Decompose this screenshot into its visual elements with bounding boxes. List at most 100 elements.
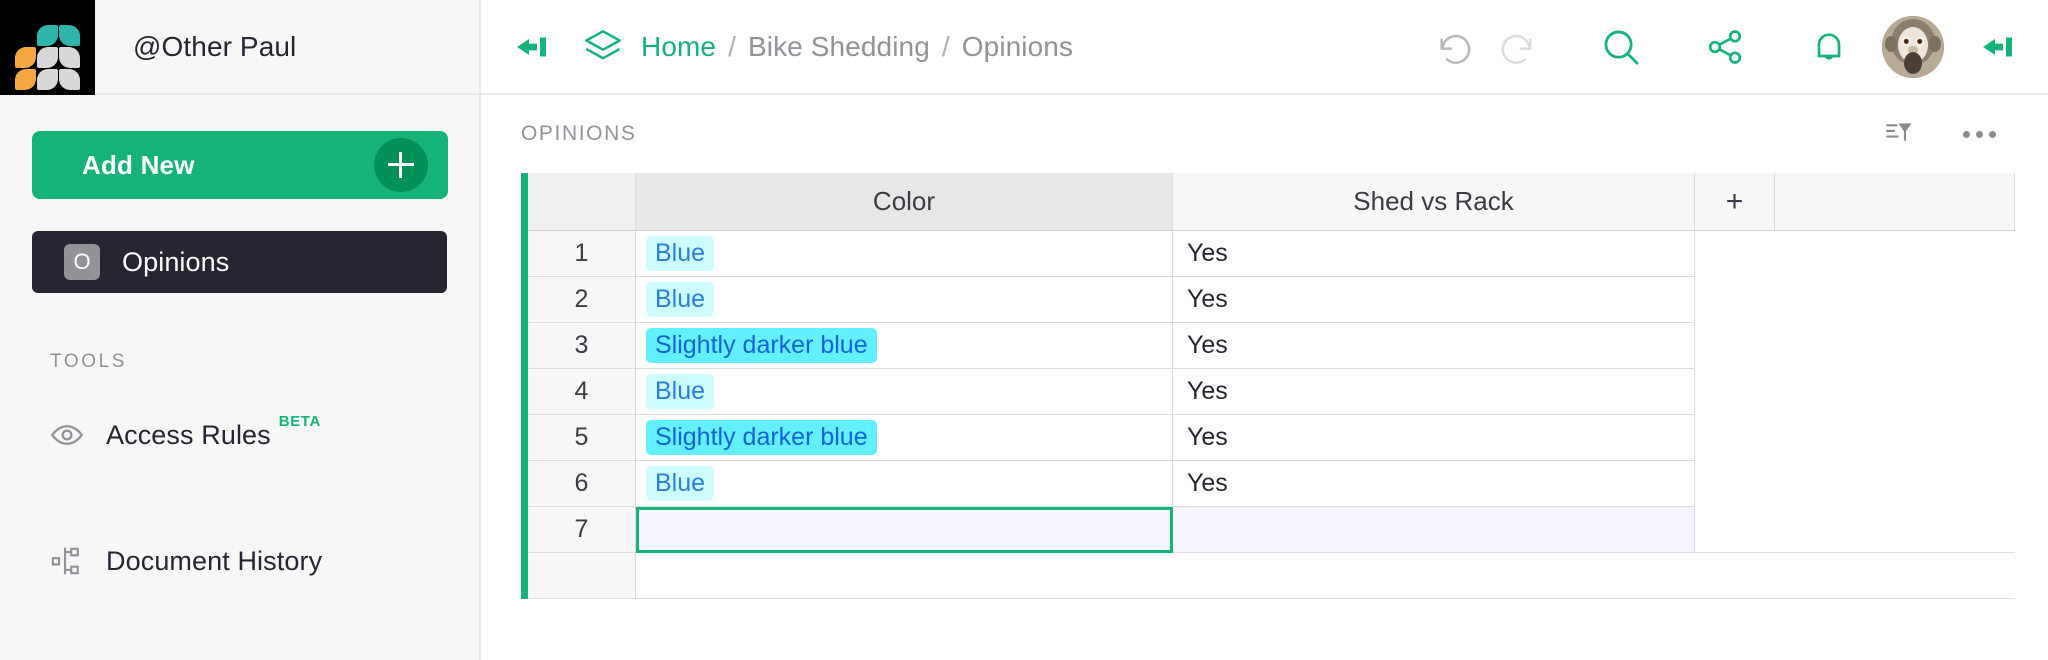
add-new-button[interactable]: Add New [32, 131, 448, 199]
cell-shed-vs-rack[interactable]: Yes [1173, 461, 1695, 507]
row-number[interactable]: 7 [528, 507, 636, 553]
grid-scroll-area[interactable]: Color Shed vs Rack + 1 Blue Yes 2 Blue Y… [481, 173, 2048, 660]
breadcrumb-page[interactable]: Opinions [962, 31, 1073, 63]
tools-heading: TOOLS [50, 351, 128, 372]
cell-color[interactable]: Blue [636, 231, 1173, 277]
breadcrumb-separator: / [941, 30, 950, 62]
table-row-new[interactable]: 7 [528, 507, 2015, 553]
tool-item-access-rules[interactable]: Access Rules BETA [32, 409, 447, 461]
grist-logo[interactable] [0, 0, 95, 95]
breadcrumb-home[interactable]: Home [641, 31, 716, 63]
cell-color[interactable]: Slightly darker blue [636, 415, 1173, 461]
breadcrumb-document[interactable]: Bike Shedding [748, 31, 930, 63]
sidebar-body: Add New O Opinions TOOLS Access Rules BE… [0, 95, 479, 660]
sidebar-header: @Other Paul [0, 0, 479, 95]
table-row[interactable]: 6 Blue Yes [528, 461, 2015, 507]
tool-item-document-history[interactable]: Document History [32, 535, 447, 587]
left-sidebar: @Other Paul Add New O Opinions TOOLS Acc… [0, 0, 481, 660]
row-number[interactable]: 3 [528, 323, 636, 369]
cell-color-selected[interactable] [636, 507, 1173, 553]
cell-shed-vs-rack[interactable]: Yes [1173, 231, 1695, 277]
cell-shed-vs-rack[interactable]: Yes [1173, 323, 1695, 369]
choice-token: Blue [646, 374, 715, 409]
undo-button[interactable] [1424, 16, 1486, 78]
row-filler [1695, 231, 1775, 277]
cell-shed-vs-rack[interactable]: Yes [1173, 277, 1695, 323]
data-grid: Color Shed vs Rack + 1 Blue Yes 2 Blue Y… [521, 173, 2015, 599]
redo-button[interactable] [1486, 16, 1548, 78]
breadcrumb-separator: / [728, 30, 736, 62]
main-area: Home / Bike Shedding / Opinions OPINIONS… [481, 0, 2048, 660]
table-widget: OPINIONS Color Shed vs Rack + 1 Blue Yes… [481, 95, 2048, 660]
tool-label: Access Rules [106, 419, 271, 450]
grid-tail-filler [1173, 553, 1695, 599]
user-avatar[interactable] [1882, 15, 1944, 78]
add-new-container: Add New [0, 95, 479, 199]
row-number-empty [528, 553, 636, 599]
tools-section: TOOLS Access Rules BETA Document History [0, 351, 479, 660]
beta-badge: BETA [278, 413, 321, 430]
cell-color[interactable]: Blue [636, 461, 1173, 507]
row-number[interactable]: 2 [528, 277, 636, 323]
row-filler [1695, 507, 1775, 553]
more-options-icon[interactable] [1954, 109, 2004, 159]
row-filler [1695, 323, 1775, 369]
row-number[interactable]: 6 [528, 461, 636, 507]
row-filler [1695, 369, 1775, 415]
add-new-label: Add New [82, 149, 195, 180]
row-number[interactable]: 1 [528, 231, 636, 277]
collapse-left-panel-icon[interactable] [505, 21, 557, 73]
table-row[interactable]: 1 Blue Yes [528, 231, 2015, 277]
grist-logo-glyph [14, 24, 80, 90]
layers-icon [581, 25, 625, 69]
account-name: @Other Paul [133, 30, 297, 62]
notifications-button[interactable] [1798, 16, 1860, 78]
page-table-icon: O [64, 244, 100, 280]
share-button[interactable] [1694, 16, 1756, 78]
grid-tail-row [528, 553, 2015, 599]
breadcrumb: Home / Bike Shedding / Opinions [641, 31, 1073, 63]
choice-token: Blue [646, 236, 715, 271]
topbar-actions [1424, 15, 2048, 78]
table-row[interactable]: 2 Blue Yes [528, 277, 2015, 323]
row-filler [1775, 461, 2015, 507]
choice-token: Blue [646, 466, 715, 501]
grid-tail-filler [636, 553, 1173, 599]
cell-color[interactable]: Slightly darker blue [636, 323, 1173, 369]
row-filler [1775, 277, 2015, 323]
eye-icon [50, 418, 84, 452]
search-button[interactable] [1590, 16, 1652, 78]
document-history-icon [50, 544, 84, 578]
account-name-area[interactable]: @Other Paul [95, 0, 479, 93]
widget-header: OPINIONS [481, 95, 2048, 173]
column-header-shed-vs-rack[interactable]: Shed vs Rack [1173, 173, 1695, 231]
cell-shed-vs-rack[interactable]: Yes [1173, 415, 1695, 461]
table-row[interactable]: 3 Slightly darker blue Yes [528, 323, 2015, 369]
cell-shed-vs-rack[interactable]: Yes [1173, 369, 1695, 415]
sort-filter-icon[interactable] [1874, 109, 1924, 159]
plus-circle-icon [374, 138, 428, 192]
page-list: O Opinions [0, 231, 479, 293]
row-filler [1775, 507, 2015, 553]
cell-color[interactable]: Blue [636, 369, 1173, 415]
table-row[interactable]: 5 Slightly darker blue Yes [528, 415, 2015, 461]
row-filler [1775, 231, 2015, 277]
row-number-header [528, 173, 636, 231]
sidebar-item-label: Opinions [122, 246, 230, 277]
choice-token: Slightly darker blue [646, 420, 877, 455]
row-filler [1775, 415, 2015, 461]
cell-color[interactable]: Blue [636, 277, 1173, 323]
table-row[interactable]: 4 Blue Yes [528, 369, 2015, 415]
column-header-color[interactable]: Color [636, 173, 1173, 231]
row-filler [1775, 369, 2015, 415]
row-number[interactable]: 4 [528, 369, 636, 415]
choice-token: Slightly darker blue [646, 328, 877, 363]
add-column-button[interactable]: + [1695, 173, 1775, 231]
row-number[interactable]: 5 [528, 415, 636, 461]
choice-token: Blue [646, 282, 715, 317]
cell-shed-vs-rack[interactable] [1173, 507, 1695, 553]
app-root: @Other Paul Add New O Opinions TOOLS Acc… [0, 0, 2048, 660]
collapse-right-panel-icon[interactable] [1966, 16, 2028, 78]
top-bar: Home / Bike Shedding / Opinions [481, 0, 2048, 95]
sidebar-item-opinions[interactable]: O Opinions [32, 231, 447, 293]
